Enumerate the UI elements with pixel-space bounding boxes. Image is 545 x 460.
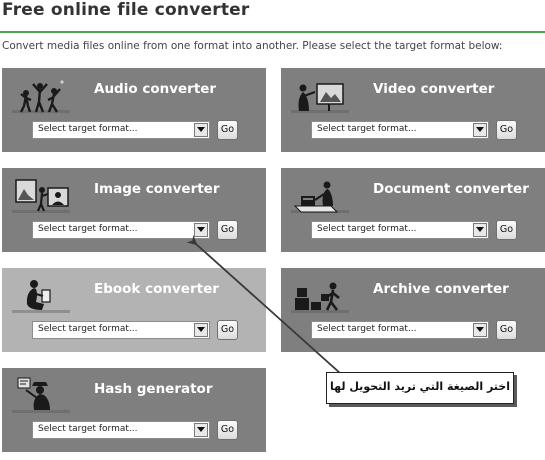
video-viewer-icon	[291, 83, 349, 113]
hash-generator-card: Hash generator Select target format... G…	[2, 368, 266, 452]
page-subtitle: Convert media files online from one form…	[2, 40, 503, 52]
reader-icon	[12, 280, 70, 313]
select-value: Select target format...	[317, 324, 417, 334]
select-value: Select target format...	[38, 224, 138, 234]
ebook-converter-card: Ebook converter Select target format... …	[2, 268, 266, 352]
audio-converter-format-select[interactable]: Select target format...	[32, 121, 210, 139]
dancers-icon	[12, 80, 70, 113]
video-converter-go-button[interactable]: Go	[496, 120, 517, 140]
ebook-converter-go-button[interactable]: Go	[217, 320, 238, 340]
archive-converter-title: Archive converter	[373, 281, 509, 297]
document-converter-card: Document converter Select target format.…	[281, 168, 545, 252]
select-value: Select target format...	[38, 324, 138, 334]
video-converter-card: Video converter Select target format... …	[281, 68, 545, 152]
boxes-person-icon	[291, 282, 349, 313]
select-value: Select target format...	[317, 224, 417, 234]
document-converter-title: Document converter	[373, 181, 529, 197]
chevron-down-icon[interactable]	[194, 123, 208, 137]
chevron-down-icon[interactable]	[194, 223, 208, 237]
select-value: Select target format...	[38, 124, 138, 134]
image-converter-go-button[interactable]: Go	[217, 220, 238, 240]
archive-converter-format-select[interactable]: Select target format...	[311, 321, 489, 339]
title-divider	[0, 31, 545, 33]
select-value: Select target format...	[317, 124, 417, 134]
archive-converter-card: Archive converter Select target format..…	[281, 268, 545, 352]
video-converter-format-select[interactable]: Select target format...	[311, 121, 489, 139]
annotation-callout: اختر الصيغة التي تريد التحويل لها	[326, 372, 514, 404]
chevron-down-icon[interactable]	[194, 323, 208, 337]
document-converter-format-select[interactable]: Select target format...	[311, 221, 489, 239]
picture-frames-icon	[12, 179, 70, 213]
typing-person-icon	[291, 181, 349, 213]
hash-generator-format-select[interactable]: Select target format...	[32, 421, 210, 439]
document-converter-go-button[interactable]: Go	[496, 220, 517, 240]
audio-converter-go-button[interactable]: Go	[217, 120, 238, 140]
hash-generator-go-button[interactable]: Go	[217, 420, 238, 440]
select-value: Select target format...	[38, 424, 138, 434]
image-converter-format-select[interactable]: Select target format...	[32, 221, 210, 239]
chevron-down-icon[interactable]	[473, 323, 487, 337]
image-converter-card: Image converter Select target format... …	[2, 168, 266, 252]
ebook-converter-title: Ebook converter	[94, 281, 219, 297]
page-title: Free online file converter	[2, 0, 250, 20]
archive-converter-go-button[interactable]: Go	[496, 320, 517, 340]
audio-converter-title: Audio converter	[94, 81, 217, 97]
detective-icon	[12, 377, 70, 413]
annotation-text: اختر الصيغة التي تريد التحويل لها	[330, 380, 510, 393]
video-converter-title: Video converter	[373, 81, 495, 97]
ebook-converter-format-select[interactable]: Select target format...	[32, 321, 210, 339]
hash-generator-title: Hash generator	[94, 381, 213, 397]
chevron-down-icon[interactable]	[473, 223, 487, 237]
audio-converter-card: Audio converter Select target format... …	[2, 68, 266, 152]
chevron-down-icon[interactable]	[194, 423, 208, 437]
chevron-down-icon[interactable]	[473, 123, 487, 137]
image-converter-title: Image converter	[94, 181, 220, 197]
